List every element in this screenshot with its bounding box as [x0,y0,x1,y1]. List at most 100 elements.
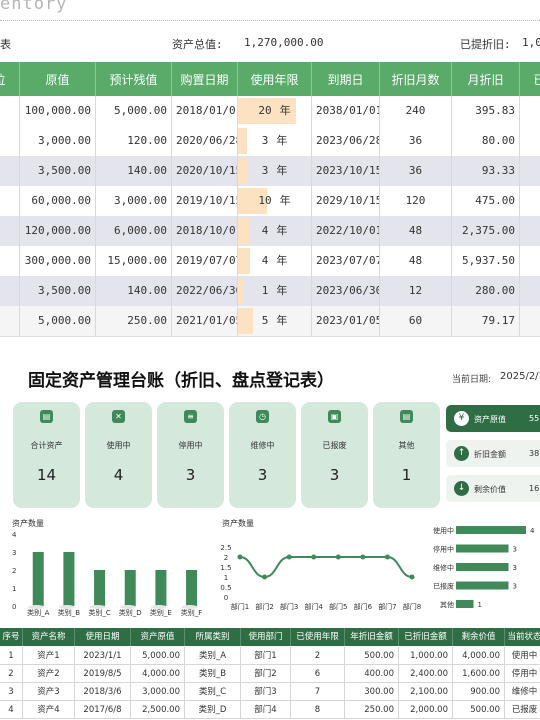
table-cell[interactable] [520,126,540,156]
line-point[interactable] [335,554,341,560]
cell-months[interactable]: 240 [380,96,452,126]
cell-purchase-date[interactable]: 2020/10/15 [172,156,238,186]
table-cell[interactable]: 部门1 [241,647,291,665]
table-cell[interactable]: 900.00 [453,683,505,701]
stat-card[interactable]: ▤ 合计资产 14 [13,402,80,508]
cell-months[interactable]: 48 [380,246,452,276]
line-point[interactable] [384,554,390,560]
cell-monthly[interactable]: 395.83 [452,96,520,126]
bar[interactable] [124,570,136,606]
cell-purchase-date[interactable]: 2020/06/28 [172,126,238,156]
table-cell[interactable]: 1,600.00 [453,665,505,683]
cell-monthly[interactable]: 475.00 [452,186,520,216]
table-cell[interactable]: 3 [0,683,23,701]
cell-purchase-date[interactable]: 2022/06/30 [172,276,238,306]
cell-monthly[interactable]: 93.33 [452,156,520,186]
line-point[interactable] [262,574,268,580]
table-cell[interactable]: 400.00 [345,665,399,683]
cell-months[interactable]: 48 [380,216,452,246]
table-cell[interactable]: 4,000.00 [131,665,185,683]
table-cell[interactable]: 2,100.00 [399,683,453,701]
stat-card[interactable]: ▣ 已报废 3 [301,402,368,508]
table-cell[interactable]: 7 [291,683,345,701]
table-cell[interactable]: 2017/6/8 [75,701,131,719]
cell-residual[interactable]: 250.00 [96,306,172,336]
header-annual-depreciation[interactable]: 年折旧金额 [345,628,399,646]
line-point[interactable] [311,554,317,560]
table-cell[interactable] [0,156,20,186]
cell-residual[interactable]: 5,000.00 [96,96,172,126]
table-cell[interactable] [520,246,540,276]
cell-years[interactable]: 10 年 [238,186,312,216]
header-index[interactable]: 序号 [0,628,23,646]
value-summary-item[interactable]: ¥ 资产原值 55 [446,405,540,432]
table-cell[interactable] [0,126,20,156]
cell-monthly[interactable]: 79.17 [452,306,520,336]
cell-purchase-date[interactable]: 2018/01/01 [172,96,238,126]
table-cell[interactable]: 停用中 [505,665,540,683]
table-row[interactable]: 3 资产3 2018/3/6 3,000.00 类别_C 部门3 7 300.00 2,100.… [0,683,540,701]
bar[interactable] [456,581,509,590]
header-years-used[interactable]: 已使用年限 [291,628,345,646]
stat-card[interactable]: ≡ 停用中 3 [157,402,224,508]
cell-due-date[interactable]: 2022/10/01 [312,216,380,246]
table-row[interactable]: 60,000.00 3,000.00 2019/10/15 10 年 2029/10/15… [0,186,540,217]
table-cell[interactable]: 2 [0,665,23,683]
table-header-cell[interactable]: 使用年限 [238,62,312,96]
table-cell[interactable]: 6 [291,665,345,683]
cell-due-date[interactable]: 2023/01/05 [312,306,380,336]
cell-purchase-date[interactable]: 2018/10/01 [172,216,238,246]
cell-original[interactable]: 3,500.00 [20,156,96,186]
cell-due-date[interactable]: 2023/07/07 [312,246,380,276]
line-point[interactable] [237,554,243,560]
table-row[interactable]: 300,000.00 15,000.00 2019/07/07 4 年 2023/07/0… [0,246,540,277]
line-point[interactable] [360,554,366,560]
stat-card[interactable]: ✕ 使用中 4 [85,402,152,508]
table-cell[interactable] [0,276,20,306]
cell-purchase-date[interactable]: 2019/10/15 [172,186,238,216]
table-row[interactable]: 4 资产4 2017/6/8 2,500.00 类别_D 部门4 8 250.00 2,000.… [0,701,540,719]
table-cell[interactable] [0,246,20,276]
header-accumulated-depreciation[interactable]: 已折旧金额 [399,628,453,646]
cell-residual[interactable]: 140.00 [96,156,172,186]
table-row[interactable]: 3,500.00 140.00 2022/06/30 1 年 2023/06/30 12 28… [0,276,540,307]
cell-original[interactable]: 60,000.00 [20,186,96,216]
header-use-date[interactable]: 使用日期 [75,628,131,646]
table-cell[interactable]: 1,000.00 [399,647,453,665]
table-cell[interactable]: 部门3 [241,683,291,701]
table-cell[interactable]: 300.00 [345,683,399,701]
cell-monthly[interactable]: 2,375.00 [452,216,520,246]
cell-years[interactable]: 4年 [238,216,312,246]
table-cell[interactable]: 5,000.00 [131,647,185,665]
table-cell[interactable] [520,306,540,336]
cell-years[interactable]: 20 年 [238,96,312,126]
header-remaining-value[interactable]: 剩余价值 [453,628,505,646]
cell-years[interactable]: 5年 [238,306,312,336]
table-cell[interactable]: 4 [0,701,23,719]
cell-years[interactable]: 3年 [238,126,312,156]
header-category[interactable]: 所属类别 [185,628,241,646]
table-cell[interactable] [0,96,20,126]
table-header-cell[interactable]: 位 [0,62,20,96]
cell-residual[interactable]: 120.00 [96,126,172,156]
table-cell[interactable]: 8 [291,701,345,719]
table-cell[interactable] [0,186,20,216]
table-header-cell[interactable]: 已 [520,62,540,96]
table-cell[interactable] [520,216,540,246]
table-cell[interactable]: 使用中 [505,647,540,665]
cell-years[interactable]: 1年 [238,276,312,306]
table-cell[interactable] [0,306,20,336]
bar[interactable] [456,600,474,608]
table-header-cell[interactable]: 购置日期 [172,62,238,96]
table-cell[interactable]: 类别_D [185,701,241,719]
bar[interactable] [456,563,509,571]
table-cell[interactable]: 2019/8/5 [75,665,131,683]
cell-monthly[interactable]: 5,937.50 [452,246,520,276]
cell-monthly[interactable]: 80.00 [452,126,520,156]
table-cell[interactable]: 资产3 [23,683,75,701]
table-cell[interactable]: 类别_B [185,665,241,683]
bar[interactable] [155,570,167,606]
cell-residual[interactable]: 6,000.00 [96,216,172,246]
table-cell[interactable]: 2018/3/6 [75,683,131,701]
cell-due-date[interactable]: 2029/10/15 [312,186,380,216]
